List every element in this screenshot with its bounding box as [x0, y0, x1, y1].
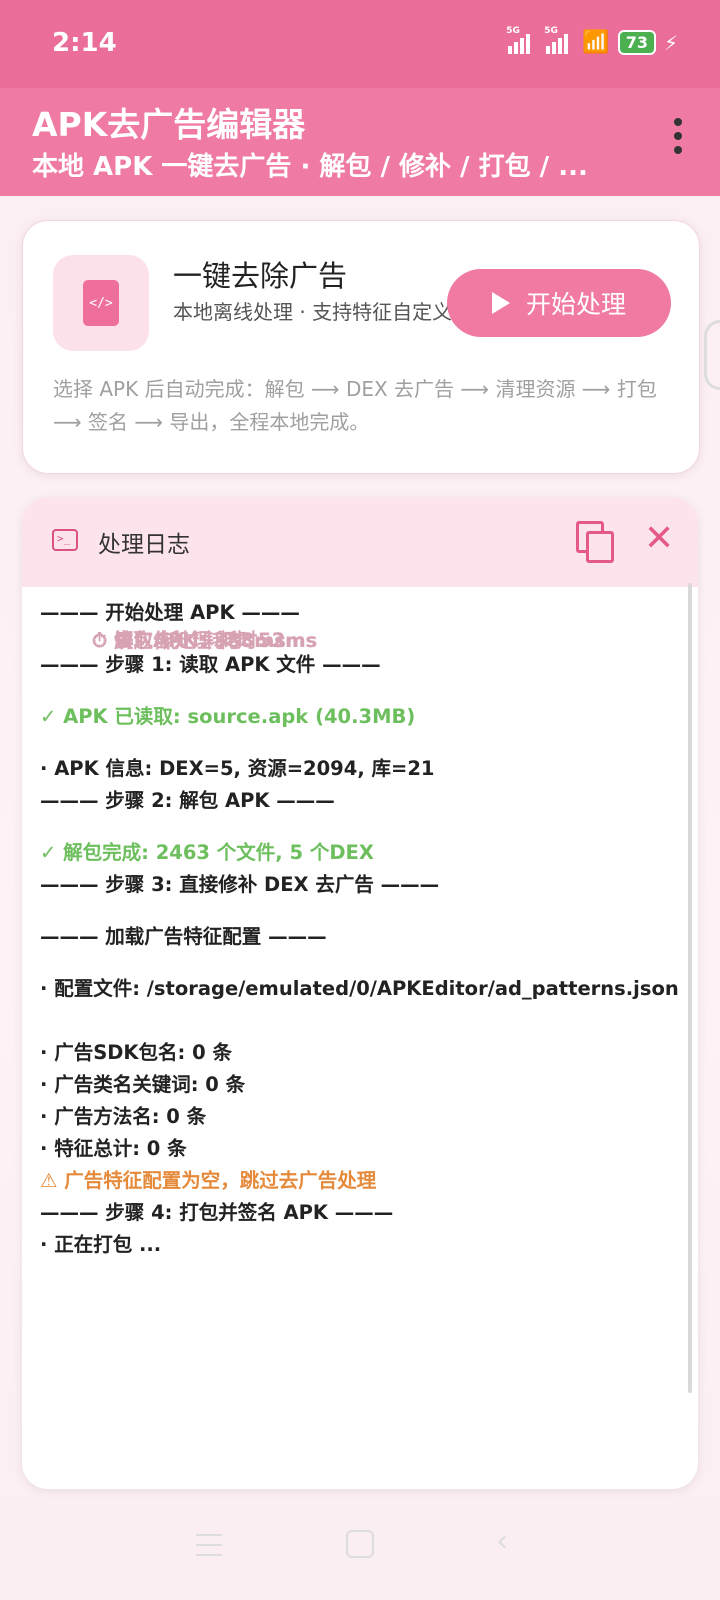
- home-icon[interactable]: [346, 1530, 374, 1558]
- log-line: · APK 信息: DEX=5, 资源=2094, 库=21: [40, 757, 435, 780]
- log-line: · 特征总计: 0 条: [40, 1137, 187, 1160]
- back-icon[interactable]: ‹: [496, 1524, 508, 1559]
- log-line-timing: ⏱ 去广告处理 耗时: 2ms: [92, 629, 318, 652]
- log-line: · 广告SDK包名: 0 条: [40, 1041, 232, 1064]
- card-title: 一键去除广告: [173, 259, 348, 293]
- app-title: APK去广告编辑器: [32, 105, 306, 144]
- log-content: ——— 开始处理 APK ——— ——— 步骤 1: 读取 APK 文件 ———…: [40, 597, 680, 1261]
- apk-file-icon: </>: [53, 255, 149, 351]
- status-bar: 2:14 5G 5G 📶 73 ⚡: [0, 0, 720, 88]
- more-options-icon[interactable]: [672, 118, 684, 154]
- log-line-warning: ⚠ 广告特征配置为空，跳过去广告处理: [40, 1169, 377, 1192]
- signal-icon: 5G: [544, 26, 569, 54]
- status-time: 2:14: [52, 28, 117, 58]
- battery-icon: 73: [617, 30, 656, 55]
- wifi-icon: 📶: [582, 30, 610, 55]
- start-processing-label: 开始处理: [525, 290, 626, 319]
- charging-icon: ⚡: [663, 30, 678, 55]
- log-line: · 广告方法名: 0 条: [40, 1105, 207, 1128]
- log-line: ——— 加载广告特征配置 ———: [40, 925, 327, 948]
- log-title: 处理日志: [98, 532, 190, 558]
- log-header: >_ 处理日志 ✕: [22, 497, 698, 587]
- copy-icon[interactable]: [576, 521, 616, 565]
- terminal-icon: >_: [52, 529, 78, 551]
- process-note: 选择 APK 后自动完成：解包 ⟶ DEX 去广告 ⟶ 清理资源 ⟶ 打包 ⟶ …: [53, 377, 657, 434]
- log-scrollbar[interactable]: [688, 583, 692, 1393]
- recent-apps-icon[interactable]: [196, 1534, 222, 1564]
- status-icons: 5G 5G 📶 73 ⚡: [506, 26, 678, 55]
- signal-icon: 5G: [506, 26, 531, 54]
- log-panel: >_ 处理日志 ✕ ——— 开始处理 APK ——— ——— 步骤 1: 读取 …: [22, 497, 698, 1489]
- start-processing-button[interactable]: 开始处理: [447, 269, 671, 337]
- log-line: ——— 步骤 3: 直接修补 DEX 去广告 ———: [40, 873, 440, 896]
- edge-panel-handle[interactable]: [704, 320, 720, 390]
- app-bar: APK去广告编辑器 本地 APK 一键去广告 · 解包 / 修补 / 打包 / …: [0, 88, 720, 196]
- log-line: ——— 步骤 2: 解包 APK ———: [40, 789, 335, 812]
- log-line-success: ✓ 解包完成: 2463 个文件, 5 个DEX: [40, 841, 374, 864]
- log-line: · 配置文件: /storage/emulated/0/APKEditor/ad…: [40, 977, 679, 1000]
- play-icon: [491, 292, 510, 314]
- navigation-bar: ‹: [0, 1500, 720, 1600]
- card-description: 本地离线处理 · 支持特征自定义: [173, 300, 453, 324]
- close-icon[interactable]: ✕: [644, 521, 674, 557]
- log-line-success: ✓ APK 已读取: source.apk (40.3MB): [40, 705, 416, 728]
- log-line: · 正在打包 ...: [40, 1233, 162, 1256]
- log-line: · 广告类名关键词: 0 条: [40, 1073, 246, 1096]
- app-subtitle: 本地 APK 一键去广告 · 解包 / 修补 / 打包 / ...: [32, 152, 588, 182]
- log-line: ——— 步骤 4: 打包并签名 APK ———: [40, 1201, 394, 1224]
- one-click-card: </> 一键去除广告 本地离线处理 · 支持特征自定义 开始处理 选择 APK …: [22, 220, 700, 474]
